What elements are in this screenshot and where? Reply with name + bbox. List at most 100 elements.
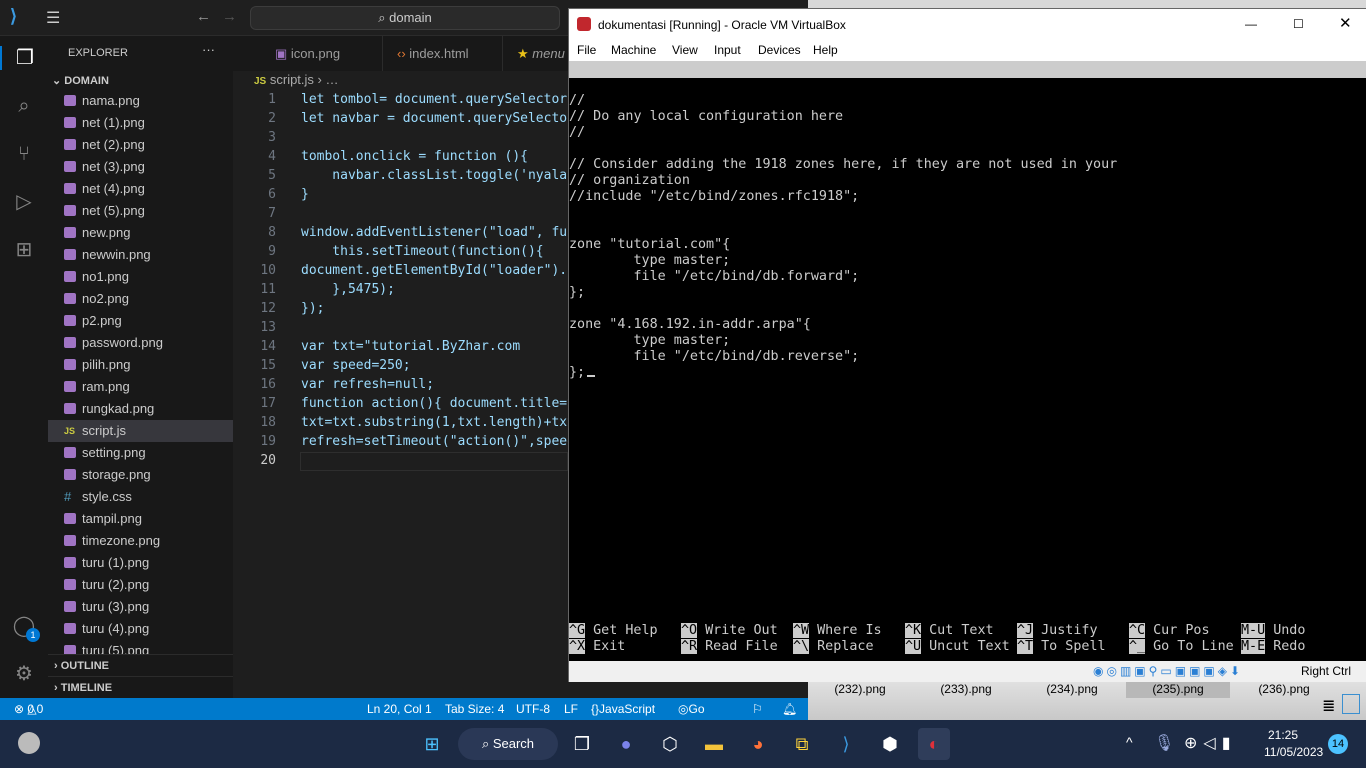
cursor-position[interactable]: Ln 20, Col 1 bbox=[367, 698, 432, 720]
tab-icon-png[interactable]: ▣ icon.png bbox=[261, 36, 383, 71]
image-file-icon bbox=[64, 381, 76, 392]
line-number: 19 bbox=[260, 434, 276, 449]
vscode-taskbar-icon[interactable]: ⟩ bbox=[830, 728, 862, 760]
extensions-icon[interactable]: ⊞ bbox=[12, 238, 36, 262]
file-item[interactable]: turu (5).png bbox=[48, 640, 233, 654]
firefox-icon[interactable]: ◕ bbox=[742, 728, 774, 760]
start-button-windows-icon[interactable]: ⊞ bbox=[416, 728, 448, 760]
tab-index-html[interactable]: ‹› index.html bbox=[383, 36, 503, 71]
file-item[interactable]: net (2).png bbox=[48, 134, 233, 156]
file-explorer-icon[interactable]: ▬ bbox=[698, 728, 730, 760]
file-name: turu (5).png bbox=[82, 643, 150, 654]
line-number: 3 bbox=[268, 130, 276, 145]
go-live-button[interactable]: ◎ Go Live bbox=[678, 698, 711, 738]
file-item[interactable]: # style.css bbox=[48, 486, 233, 508]
more-actions-button[interactable]: ··· bbox=[202, 42, 215, 57]
clock-time[interactable]: 21:25 bbox=[1268, 728, 1298, 742]
show-hidden-icons[interactable]: ^ bbox=[1126, 734, 1133, 750]
file-item[interactable]: turu (1).png bbox=[48, 552, 233, 574]
file-item[interactable]: no1.png bbox=[48, 266, 233, 288]
source-control-icon[interactable]: ⑂ bbox=[12, 142, 36, 166]
taskbar-search[interactable]: ⌕ Search bbox=[458, 728, 558, 760]
file-item[interactable]: net (1).png bbox=[48, 112, 233, 134]
background-file-item[interactable]: (233).png bbox=[914, 682, 1018, 698]
vm-running-taskbar-icon[interactable]: ◐ bbox=[918, 728, 950, 760]
task-view-icon[interactable]: ❐ bbox=[566, 728, 598, 760]
network-volume-battery-icons[interactable]: ⊕◁▮ bbox=[1184, 733, 1237, 753]
code-editor[interactable]: 1 let tombol= document.querySelector(2 let… bbox=[234, 92, 575, 692]
menu-machine[interactable]: Machine bbox=[611, 43, 656, 57]
minimize-button[interactable]: — bbox=[1245, 9, 1257, 39]
back-icon[interactable]: ← bbox=[196, 8, 211, 25]
breadcrumb[interactable]: JS script.js › … bbox=[254, 72, 338, 87]
vm-device-icons[interactable]: ◉◎▥▣⚲▭▣▣▣◈⬇ bbox=[1093, 661, 1243, 682]
file-item[interactable]: new.png bbox=[48, 222, 233, 244]
file-item[interactable]: password.png bbox=[48, 332, 233, 354]
nano-text-line: }; bbox=[569, 285, 586, 300]
maximize-button[interactable]: ☐ bbox=[1293, 9, 1304, 39]
file-item[interactable]: net (4).png bbox=[48, 178, 233, 200]
menu-file[interactable]: File bbox=[577, 43, 596, 57]
file-item[interactable]: timezone.png bbox=[48, 530, 233, 552]
app-icon[interactable]: ⬡ bbox=[654, 728, 686, 760]
notifications-bell-icon[interactable]: 🔔︎ bbox=[782, 698, 797, 720]
menu-help[interactable]: Help bbox=[813, 43, 838, 57]
background-file-item[interactable]: (232).png bbox=[808, 682, 912, 698]
file-name: turu (4).png bbox=[82, 621, 150, 636]
file-item[interactable]: rungkad.png bbox=[48, 398, 233, 420]
microphone-icon[interactable]: 🎙︎ bbox=[1154, 733, 1174, 753]
forward-icon[interactable]: → bbox=[222, 8, 237, 25]
code-line: var speed=250; bbox=[301, 358, 411, 373]
close-button[interactable]: ✕ bbox=[1339, 9, 1352, 39]
file-item[interactable]: net (5).png bbox=[48, 200, 233, 222]
tab-size[interactable]: Tab Size: 4 bbox=[445, 698, 504, 720]
background-file-item[interactable]: (234).png bbox=[1020, 682, 1124, 698]
file-item[interactable]: pilih.png bbox=[48, 354, 233, 376]
file-item[interactable]: ram.png bbox=[48, 376, 233, 398]
menu-devices[interactable]: Devices bbox=[758, 43, 801, 57]
notification-badge[interactable]: 14 bbox=[1328, 734, 1348, 754]
command-center-search[interactable]: ⌕ domain bbox=[250, 6, 560, 30]
file-item[interactable]: newwin.png bbox=[48, 244, 233, 266]
teams-chat-icon[interactable]: ● bbox=[610, 728, 642, 760]
background-file-item[interactable]: (235).png bbox=[1126, 682, 1230, 698]
file-item[interactable]: nama.png bbox=[48, 90, 233, 112]
host-key-label: Right Ctrl bbox=[1301, 664, 1352, 678]
file-item[interactable]: JS script.js bbox=[48, 420, 233, 442]
explorer-icon[interactable]: ❐ bbox=[0, 46, 48, 70]
tiles-view-icon[interactable] bbox=[1342, 694, 1360, 714]
tab-menu[interactable]: ★ menu bbox=[503, 36, 573, 71]
language-mode[interactable]: {} JavaScript bbox=[591, 698, 655, 720]
virtualbox-manager-icon[interactable]: ⬢ bbox=[874, 728, 906, 760]
outline-section[interactable]: › OUTLINE bbox=[48, 654, 233, 676]
file-item[interactable]: turu (4).png bbox=[48, 618, 233, 640]
feedback-icon[interactable]: ⚐ bbox=[752, 698, 763, 720]
encoding[interactable]: UTF-8 bbox=[516, 698, 550, 720]
search-icon[interactable]: ⌕ bbox=[12, 94, 36, 118]
file-item[interactable]: setting.png bbox=[48, 442, 233, 464]
menu-input[interactable]: Input bbox=[714, 43, 741, 57]
python-icon[interactable]: ⧉ bbox=[786, 728, 818, 760]
background-file-item[interactable]: (236).png bbox=[1232, 682, 1336, 698]
folder-domain[interactable]: ⌄ DOMAIN bbox=[52, 74, 109, 87]
file-item[interactable]: p2.png bbox=[48, 310, 233, 332]
file-item[interactable]: storage.png bbox=[48, 464, 233, 486]
menu-view[interactable]: View bbox=[672, 43, 698, 57]
file-item[interactable]: tampil.png bbox=[48, 508, 233, 530]
clock-date[interactable]: 11/05/2023 bbox=[1264, 745, 1323, 759]
file-item[interactable]: no2.png bbox=[48, 288, 233, 310]
problems-indicator[interactable]: ⊗ 0 △ 0 bbox=[14, 698, 43, 720]
run-debug-icon[interactable]: ▷ bbox=[12, 190, 36, 214]
settings-gear-icon[interactable]: ⚙ bbox=[12, 662, 36, 686]
image-file-icon bbox=[64, 359, 76, 370]
timeline-section[interactable]: › TIMELINE bbox=[48, 676, 233, 698]
image-file-icon bbox=[64, 271, 76, 282]
nano-terminal[interactable]: GNU nano 3.2 named.conf.local Modified /… bbox=[569, 61, 1366, 661]
file-item[interactable]: net (3).png bbox=[48, 156, 233, 178]
menu-icon[interactable]: ☰ bbox=[46, 8, 60, 28]
file-item[interactable]: turu (2).png bbox=[48, 574, 233, 596]
weather-widget-icon[interactable] bbox=[18, 732, 40, 754]
details-view-icon[interactable]: ≣ bbox=[1322, 696, 1335, 716]
line-ending[interactable]: LF bbox=[564, 698, 578, 720]
file-item[interactable]: turu (3).png bbox=[48, 596, 233, 618]
